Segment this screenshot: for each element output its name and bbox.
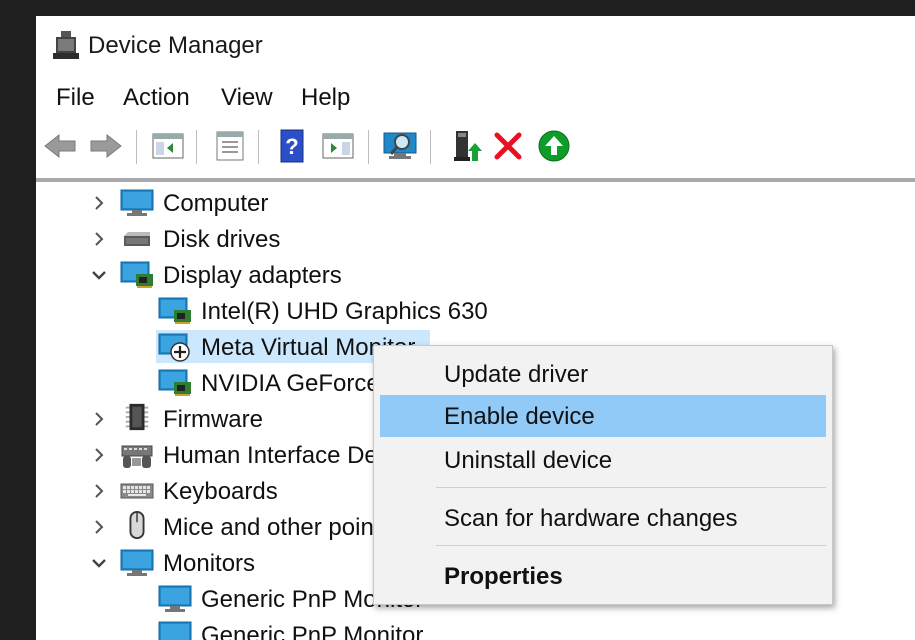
menu-item-label: Enable device (444, 403, 595, 430)
tree-node-intel-uhd-graphics[interactable]: Intel(R) UHD Graphics 630 (36, 294, 915, 328)
display-adapter-icon (158, 297, 191, 324)
action-pane-button[interactable] (318, 124, 358, 168)
toolbar: ? (36, 124, 915, 174)
chevron-right-icon[interactable] (90, 230, 108, 248)
disk-drive-icon (124, 232, 150, 246)
context-menu-scan-hardware[interactable]: Scan for hardware changes (380, 497, 826, 539)
update-driver-icon (454, 131, 482, 161)
hid-icon (121, 445, 153, 468)
uninstall-button[interactable] (488, 124, 528, 168)
menu-item-label: Scan for hardware changes (444, 505, 738, 532)
context-menu-update-driver[interactable]: Update driver (380, 353, 826, 395)
toolbar-separator (136, 130, 137, 164)
uninstall-icon (494, 132, 522, 160)
scan-hardware-button[interactable] (380, 124, 420, 168)
back-icon (44, 133, 76, 159)
tree-node-computer[interactable]: Computer (36, 186, 915, 220)
forward-icon (90, 133, 122, 159)
disabled-monitor-icon (158, 333, 190, 362)
tree-node-generic-pnp-monitor[interactable]: Generic PnP Monitor (36, 618, 915, 640)
window-title: Device Manager (88, 32, 263, 59)
chevron-down-icon[interactable] (90, 266, 108, 284)
device-manager-app-icon (52, 30, 80, 60)
tree-node-label: Keyboards (163, 478, 278, 505)
tree-node-label: Computer (163, 190, 269, 217)
tree-node-disk-drives[interactable]: Disk drives (36, 222, 915, 256)
menu-item-label: Uninstall device (444, 447, 613, 474)
display-adapter-icon (120, 261, 153, 288)
chevron-right-icon[interactable] (90, 194, 108, 212)
menu-item-label: Update driver (444, 361, 589, 388)
monitor-icon (120, 549, 154, 576)
tree-node-label: Display adapters (163, 262, 342, 289)
toolbar-separator (196, 130, 197, 164)
context-menu-separator (436, 545, 826, 546)
menu-item-label: Properties (444, 563, 563, 590)
menu-file[interactable]: File (56, 82, 95, 114)
properties-button[interactable] (210, 124, 250, 168)
menu-help[interactable]: Help (301, 82, 350, 114)
chevron-right-icon[interactable] (90, 482, 108, 500)
tree-node-label: Generic PnP Monitor (201, 622, 424, 640)
update-driver-button[interactable] (446, 124, 486, 168)
tree-node-label: NVIDIA GeForce (201, 370, 380, 397)
keyboard-icon (120, 483, 154, 499)
scan-hardware-icon (383, 132, 417, 159)
chevron-right-icon[interactable] (90, 410, 108, 428)
forward-button[interactable] (86, 124, 126, 168)
show-hide-console-tree-icon (152, 133, 184, 159)
enable-device-button[interactable] (534, 124, 574, 168)
show-hide-console-tree-button[interactable] (148, 124, 188, 168)
action-pane-icon (322, 133, 354, 159)
help-icon: ? (280, 129, 304, 163)
tree-node-display-adapters[interactable]: Display adapters (36, 258, 915, 292)
computer-icon (120, 189, 154, 216)
mouse-icon (129, 510, 145, 540)
context-menu: Update driver Enable device Uninstall de… (373, 345, 833, 605)
chevron-right-icon[interactable] (90, 518, 108, 536)
enable-device-icon (538, 130, 570, 162)
tree-node-label: Intel(R) UHD Graphics 630 (201, 298, 488, 325)
svg-text:?: ? (285, 134, 298, 159)
menu-action[interactable]: Action (123, 82, 190, 114)
monitor-icon (158, 585, 192, 612)
toolbar-separator (430, 130, 431, 164)
context-menu-uninstall-device[interactable]: Uninstall device (380, 439, 826, 481)
toolbar-separator (368, 130, 369, 164)
tree-node-label: Disk drives (163, 226, 281, 253)
title-bar: Device Manager (36, 16, 915, 78)
properties-icon (216, 131, 244, 161)
context-menu-separator (436, 487, 826, 488)
context-menu-properties[interactable]: Properties (380, 555, 826, 597)
menu-view[interactable]: View (221, 82, 273, 114)
monitor-icon (158, 621, 192, 640)
chevron-right-icon[interactable] (90, 446, 108, 464)
context-menu-enable-device[interactable]: Enable device (380, 395, 826, 437)
back-button[interactable] (40, 124, 80, 168)
tree-node-label: Firmware (163, 406, 263, 433)
tree-node-label: Monitors (163, 550, 256, 577)
help-button[interactable]: ? (272, 124, 312, 168)
chevron-down-icon[interactable] (90, 554, 108, 572)
toolbar-separator (258, 130, 259, 164)
display-adapter-icon (158, 369, 191, 396)
firmware-chip-icon (125, 403, 149, 431)
